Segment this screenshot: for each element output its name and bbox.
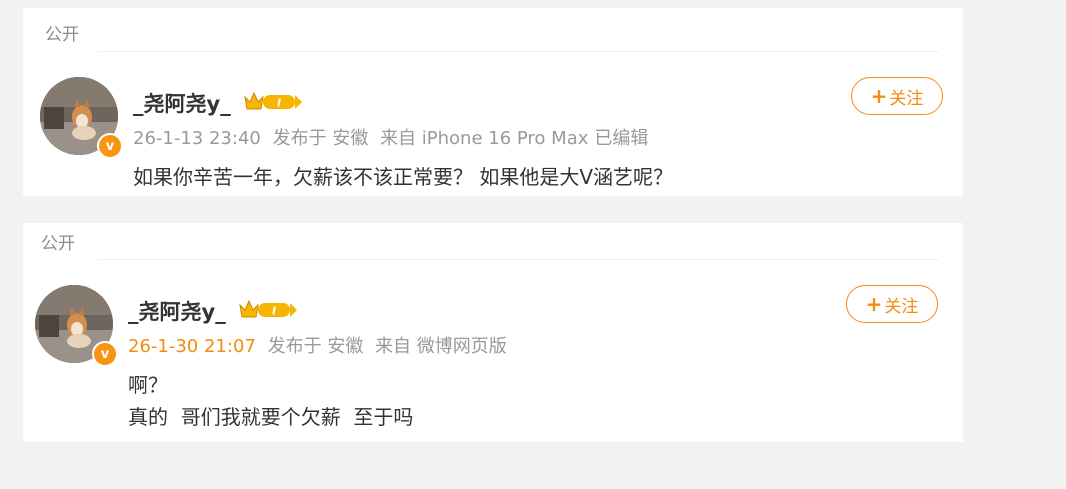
post-content: 如果你辛苦一年，欠薪该不该正常要？ 如果他是大V涵艺呢？ [133,165,674,189]
crown-vip-badge-icon[interactable]: I [236,297,298,321]
crown-vip-badge-icon[interactable]: I [241,89,303,113]
svg-text:I: I [272,305,276,318]
username[interactable]: _尧阿尧y_ [133,88,231,118]
divider [98,259,939,260]
follow-button[interactable]: + 关注 [846,285,938,323]
username[interactable]: _尧阿尧y_ [128,296,226,326]
post-location: 发布于 安徽 [272,128,369,149]
verified-icon: v [92,341,118,367]
post-card: 公开 v _尧阿尧y_ I 26-1-30 21:07 发布于 安徽 来自 微博… [23,223,963,442]
plus-icon: + [870,84,888,108]
edited-label[interactable]: 已编辑 [594,128,648,149]
post-source: 来自 微博网页版 [375,336,507,357]
post-time[interactable]: 26-1-13 23:40 [133,128,261,149]
follow-label: 关注 [889,88,924,109]
divider [98,51,939,52]
post-source: 来自 iPhone 16 Pro Max [380,128,589,149]
visibility-label: 公开 [45,25,79,45]
post-time[interactable]: 26-1-30 21:07 [128,336,256,357]
post-content: 啊？ 真的 哥们我就要个欠薪 至于吗 [128,373,414,429]
svg-text:I: I [277,97,281,110]
post-location: 发布于 安徽 [267,336,364,357]
post-meta: 26-1-30 21:07 发布于 安徽 来自 微博网页版 [128,332,513,358]
post-meta: 26-1-13 23:40 发布于 安徽 来自 iPhone 16 Pro Ma… [133,124,654,150]
follow-label: 关注 [884,296,919,317]
post-card: 公开 v _尧阿尧y_ I 26-1-13 23:40 发布于 安徽 来自 iP… [23,8,963,196]
verified-icon: v [97,133,123,159]
follow-button[interactable]: + 关注 [851,77,943,115]
plus-icon: + [865,292,883,316]
visibility-label: 公开 [41,234,75,254]
